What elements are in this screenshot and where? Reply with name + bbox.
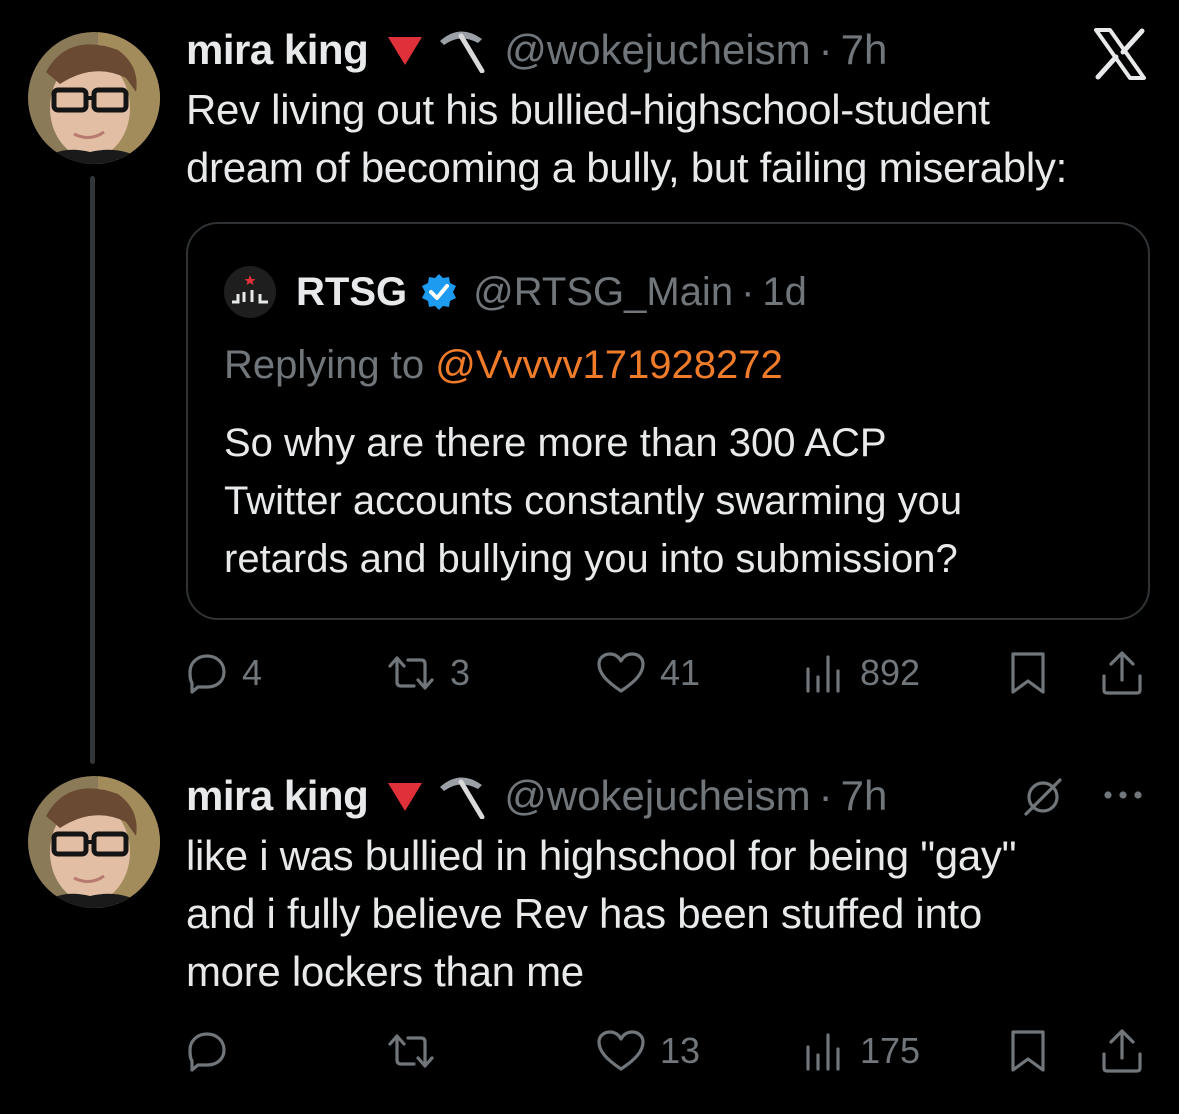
quoted-text-line: Twitter accounts constantly swarming you [224,479,963,523]
grok-icon[interactable] [1020,774,1066,825]
heart-icon [596,651,646,695]
views-button[interactable]: 892 [802,643,920,703]
quoted-text-line: So why are there more than 300 ACP [224,421,887,465]
like-count: 41 [660,652,701,693]
author-handle[interactable]: @wokejucheism [504,770,810,822]
repost-count: 3 [450,652,471,693]
tweet-text-line: dream of becoming a bully, but failing m… [186,144,1067,191]
like-button[interactable]: 13 [596,1021,700,1081]
replying-to-line: Replying to @Vvvvv171928272 [224,340,783,390]
tweet-header: mira king @wokejucheism · 7h [186,770,887,822]
repost-button[interactable]: 3 [386,643,470,703]
views-button[interactable]: 175 [802,1021,920,1081]
repost-icon [386,652,436,694]
pick-icon [434,773,488,819]
tweet-text: like i was bullied in highschool for bei… [186,827,1166,1001]
pick-icon [434,27,488,73]
author-handle[interactable]: @wokejucheism [504,24,810,76]
share-button[interactable] [1100,1021,1144,1081]
tweet-text-line: Rev living out his bullied-highschool-st… [186,86,990,133]
like-count: 13 [660,1030,701,1071]
replying-to-mention[interactable]: @Vvvvv171928272 [435,343,783,387]
repost-button[interactable] [386,1021,450,1081]
rtsg-logo-icon[interactable] [224,266,276,318]
more-icon[interactable] [1100,780,1146,815]
tweet-text-line: and i fully believe Rev has been stuffed… [186,890,982,937]
tweet-timestamp[interactable]: 7h [841,770,888,822]
quoted-tweet-header: RTSG @RTSG_Main · 1d [224,266,807,318]
tweet-text: Rev living out his bullied-highschool-st… [186,81,1166,197]
tweet-text-line: like i was bullied in highschool for bei… [186,832,1017,879]
heart-icon [596,1029,646,1073]
views-icon [802,651,846,695]
replying-to-label: Replying to [224,343,436,387]
bookmark-icon [1008,650,1048,696]
action-bar: 13 175 [186,1021,1156,1081]
bookmark-button[interactable] [1008,1021,1048,1081]
reply-button[interactable] [186,1021,242,1081]
avatar[interactable] [28,776,160,908]
separator-dot: · [741,270,755,314]
reply-icon [186,1030,228,1072]
reply-icon [186,652,228,694]
quoted-tweet-timestamp[interactable]: 1d [762,267,807,317]
red-triangle-down-icon [386,779,424,813]
quoted-text-line: retards and bullying you into submission… [224,537,958,581]
tweet-header: mira king @wokejucheism · 7h [186,24,887,76]
share-icon [1100,650,1144,696]
reply-count: 4 [242,652,263,693]
red-triangle-down-icon [386,33,424,67]
verified-badge-icon[interactable] [419,272,459,312]
repost-icon [386,1030,436,1072]
quoted-tweet-card[interactable]: RTSG @RTSG_Main · 1d Replying to @Vvvvv1… [186,222,1150,620]
quoted-author-handle[interactable]: @RTSG_Main [473,267,733,317]
action-bar: 4 3 41 892 [186,643,1156,703]
like-button[interactable]: 41 [596,643,700,703]
bookmark-icon [1008,1028,1048,1074]
quoted-author-name[interactable]: RTSG [296,267,407,317]
author-name[interactable]: mira king [186,24,369,76]
separator-dot: · [818,772,833,819]
quoted-tweet-text: So why are there more than 300 ACP Twitt… [224,414,1124,588]
views-count: 175 [860,1030,921,1071]
avatar[interactable] [28,32,160,164]
views-count: 892 [860,652,921,693]
thread-connector-line [90,176,95,764]
tweet-timestamp[interactable]: 7h [841,24,888,76]
author-name[interactable]: mira king [186,770,369,822]
share-button[interactable] [1100,643,1144,703]
x-logo-icon[interactable] [1092,28,1148,85]
reply-button[interactable]: 4 [186,643,262,703]
separator-dot: · [818,26,833,73]
views-icon [802,1029,846,1073]
tweet-text-line: more lockers than me [186,948,584,995]
share-icon [1100,1028,1144,1074]
bookmark-button[interactable] [1008,643,1048,703]
